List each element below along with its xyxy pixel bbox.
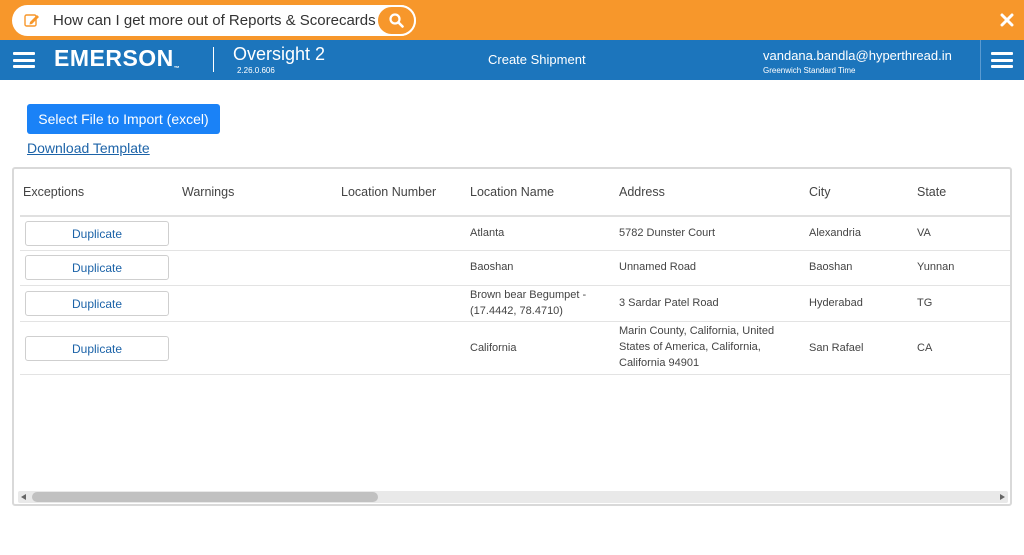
help-bar: How can I get more out of Reports & Scor…	[0, 0, 1024, 40]
app-name: Oversight 2	[233, 44, 326, 64]
duplicate-button[interactable]: Duplicate	[25, 255, 169, 280]
city-cell: Alexandria	[809, 227, 861, 239]
horizontal-scrollbar[interactable]	[18, 491, 1008, 503]
state-cell: Yunnan	[917, 261, 955, 273]
city-cell: Hyderabad	[809, 297, 863, 309]
help-search-box[interactable]: How can I get more out of Reports & Scor…	[12, 5, 416, 36]
search-icon	[388, 13, 404, 28]
brand-divider	[213, 47, 214, 72]
column-header-location-name[interactable]: Location Name	[470, 185, 554, 199]
column-header-exceptions[interactable]: Exceptions	[23, 185, 84, 199]
scroll-left-arrow-icon[interactable]	[21, 494, 26, 500]
column-header-address[interactable]: Address	[619, 185, 665, 199]
row-divider	[20, 374, 1010, 375]
scroll-right-arrow-icon[interactable]	[1000, 494, 1005, 500]
city-cell: San Rafael	[809, 342, 864, 354]
edit-icon	[24, 14, 39, 27]
user-email[interactable]: vandana.bandla@hyperthread.in	[763, 48, 952, 63]
address-cell: Unnamed Road	[619, 261, 697, 273]
scrollbar-thumb[interactable]	[32, 492, 378, 502]
state-cell: VA	[917, 227, 931, 239]
location-name-cell: California	[470, 342, 517, 354]
row-divider	[20, 285, 1010, 286]
state-cell: TG	[917, 297, 933, 309]
column-header-state[interactable]: State	[917, 185, 946, 199]
location-name-cell: Brown bear Begumpet - (17.4442, 78.4710)	[470, 289, 587, 317]
user-timezone: Greenwich Standard Time	[763, 66, 856, 75]
hamburger-menu-icon[interactable]	[13, 52, 35, 68]
city-cell: Baoshan	[809, 261, 853, 273]
close-icon[interactable]	[1000, 13, 1014, 27]
hamburger-menu-icon	[991, 52, 1013, 68]
column-header-warnings[interactable]: Warnings	[182, 185, 234, 199]
help-question[interactable]: How can I get more out of Reports & Scor…	[53, 12, 384, 29]
row-divider	[20, 321, 1010, 322]
header-divider	[20, 215, 1010, 217]
app-header: EMERSON™ Oversight 2 2.26.0.606 Create S…	[0, 40, 1024, 80]
download-template-link[interactable]: Download Template	[27, 140, 150, 156]
select-file-import-button[interactable]: Select File to Import (excel)	[27, 104, 220, 134]
row-divider	[20, 250, 1010, 251]
column-header-city[interactable]: City	[809, 185, 831, 199]
duplicate-button[interactable]: Duplicate	[25, 336, 169, 361]
import-results-table: Exceptions Warnings Location Number Loca…	[12, 167, 1012, 506]
user-menu-button[interactable]	[980, 40, 1024, 80]
address-cell: 3 Sardar Patel Road	[619, 297, 719, 309]
duplicate-button[interactable]: Duplicate	[25, 221, 169, 246]
app-version: 2.26.0.606	[237, 66, 275, 75]
page-title: Create Shipment	[488, 52, 586, 67]
column-header-location-number[interactable]: Location Number	[341, 185, 436, 199]
duplicate-button[interactable]: Duplicate	[25, 291, 169, 316]
help-search-button[interactable]	[376, 5, 416, 36]
state-cell: CA	[917, 342, 933, 354]
location-name-cell: Atlanta	[470, 227, 505, 239]
address-cell: 5782 Dunster Court	[619, 227, 715, 239]
brand-logo: EMERSON™	[54, 45, 181, 72]
location-name-cell: Baoshan	[470, 261, 514, 273]
address-cell: Marin County, California, United States …	[619, 325, 775, 369]
